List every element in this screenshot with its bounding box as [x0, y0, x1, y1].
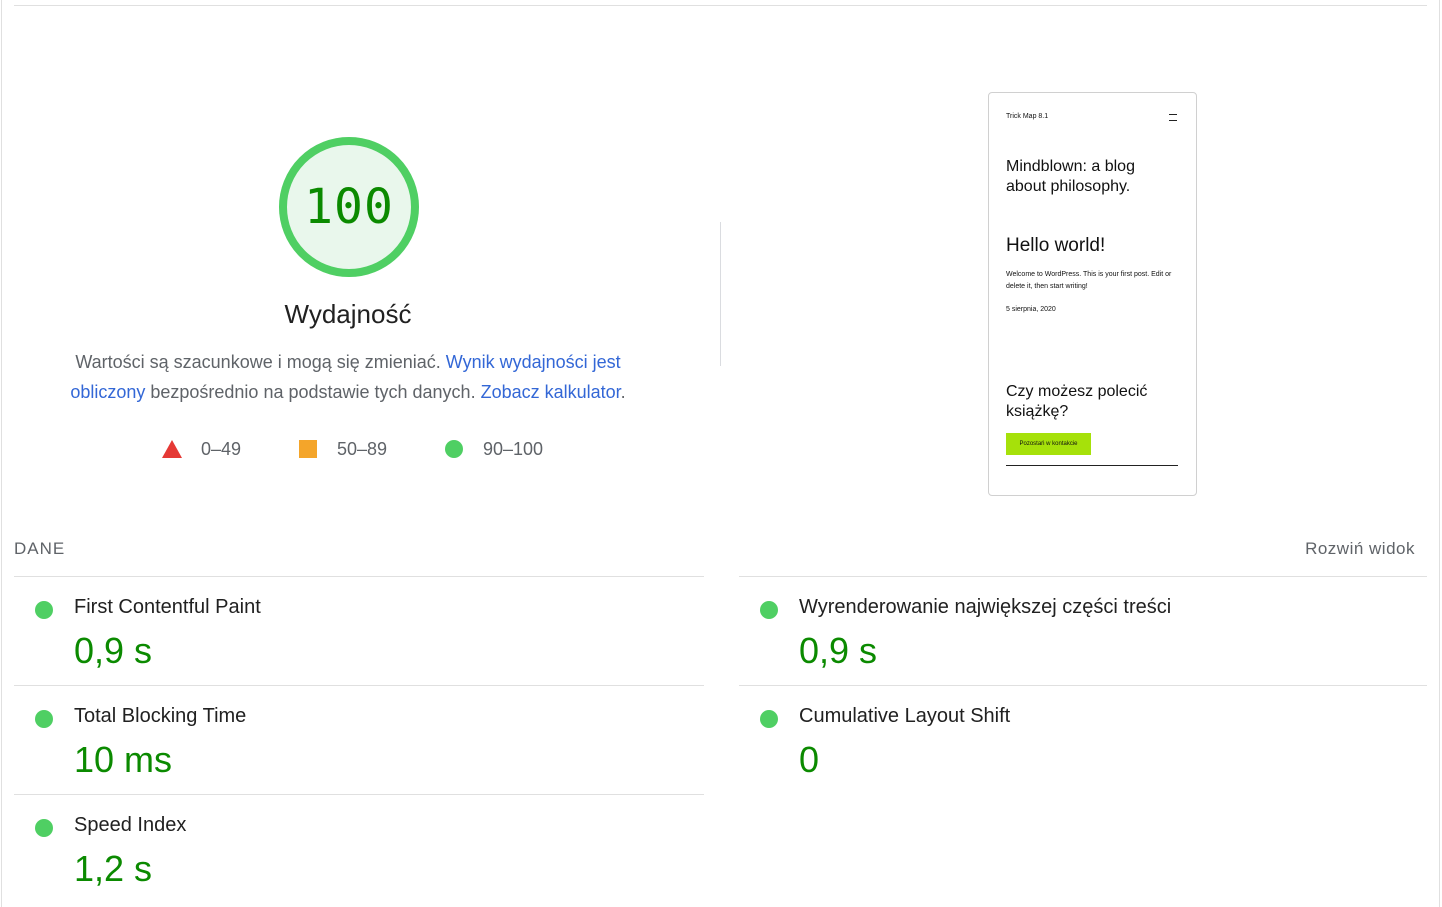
- legend-average-label: 50–89: [337, 439, 388, 459]
- metric-value: 0,9 s: [799, 630, 878, 671]
- legend-pass-label: 90–100: [483, 439, 544, 459]
- performance-score-gauge: 100: [276, 134, 422, 280]
- expand-view-toggle[interactable]: Rozwiń widok: [1305, 539, 1415, 559]
- pass-circle-icon: [35, 710, 53, 728]
- score-description: Wartości są szacunkowe i mogą się zmieni…: [58, 347, 638, 407]
- orange-square-icon: [299, 440, 317, 458]
- metric-title: Wyrenderowanie największej części treści: [799, 596, 1172, 618]
- metric-value: 1,2 s: [74, 848, 153, 889]
- red-triangle-icon: [162, 440, 182, 458]
- post-excerpt: Welcome to WordPress. This is your first…: [1006, 271, 1172, 290]
- metrics-divider: [14, 685, 704, 686]
- frame-left-border: [1, 0, 2, 907]
- hamburger-menu-icon: [1169, 114, 1177, 121]
- metrics-divider: [14, 576, 704, 577]
- metrics-divider: [739, 576, 1427, 577]
- site-tagline: Mindblown: a blog about philosophy.: [1006, 158, 1135, 195]
- metric-value: 10 ms: [74, 739, 173, 780]
- frame-right-border: [1439, 0, 1440, 907]
- description-text: Wartości są szacunkowe i mogą się zmieni…: [75, 352, 446, 372]
- post-title: Hello world!: [1006, 235, 1106, 256]
- metric-first-contentful-paint: First Contentful Paint 0,9 s: [14, 578, 704, 686]
- metrics-divider: [14, 794, 704, 795]
- pass-circle-icon: [760, 710, 778, 728]
- final-screenshot-thumbnail[interactable]: Trick Map 8.1 Mindblown: a blog about ph…: [988, 92, 1197, 496]
- vertical-divider: [720, 222, 721, 366]
- metric-largest-contentful-paint: Wyrenderowanie największej części treści…: [739, 578, 1429, 686]
- post-date: 5 sierpnia, 2020: [1006, 306, 1056, 313]
- description-text: .: [620, 382, 626, 402]
- metrics-divider: [739, 685, 1427, 686]
- metric-title: First Contentful Paint: [74, 596, 261, 618]
- metric-total-blocking-time: Total Blocking Time 10 ms: [14, 687, 704, 795]
- site-title: Trick Map 8.1: [1006, 113, 1049, 120]
- metric-title: Total Blocking Time: [74, 705, 247, 727]
- description-text: bezpośrednio na podstawie tych danych.: [145, 382, 481, 402]
- green-circle-icon: [445, 440, 463, 458]
- gauge-title: Wydajność: [284, 299, 412, 329]
- pass-circle-icon: [760, 601, 778, 619]
- metric-cumulative-layout-shift: Cumulative Layout Shift 0: [739, 687, 1429, 795]
- metrics-section-label: DANE: [14, 539, 66, 558]
- metric-speed-index: Speed Index 1,2 s: [14, 796, 704, 904]
- cta-button: Pozostań w kontakcie: [1006, 433, 1091, 455]
- metric-title: Speed Index: [74, 814, 187, 836]
- metric-value: 0: [799, 739, 820, 780]
- cta-underline: [1006, 465, 1178, 466]
- performance-score: 100: [304, 179, 394, 235]
- calculator-link[interactable]: Zobacz kalkulator: [481, 382, 621, 402]
- metric-title: Cumulative Layout Shift: [799, 705, 1011, 727]
- pass-circle-icon: [35, 601, 53, 619]
- top-divider: [14, 5, 1427, 6]
- cta-heading: Czy możesz polecić książkę?: [1006, 383, 1148, 420]
- pass-circle-icon: [35, 819, 53, 837]
- metric-value: 0,9 s: [74, 630, 153, 671]
- legend-fail-label: 0–49: [201, 439, 242, 459]
